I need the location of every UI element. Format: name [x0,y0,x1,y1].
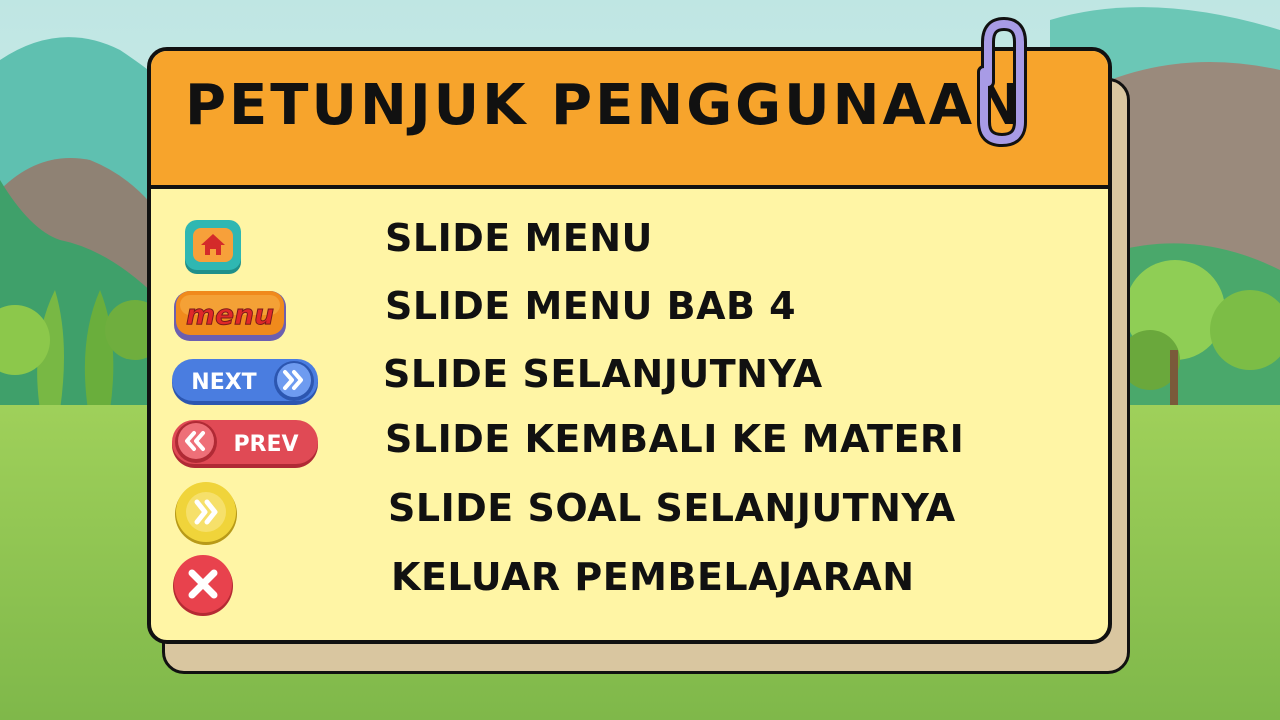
item-label-slide-menu-bab-4: SLIDE MENU BAB 4 [385,284,797,328]
exit-button[interactable] [172,554,234,616]
menu-button[interactable]: menu [172,287,288,343]
paperclip-icon [958,12,1038,152]
page-title: PETUNJUK PENGGUNAAN [185,73,1026,138]
item-label-slide-kembali-ke-materi: SLIDE KEMBALI KE MATERI [385,417,965,461]
item-label-keluar-pembelajaran: KELUAR PEMBELAJARAN [391,555,915,599]
next-button-text: NEXT [191,370,256,395]
next-button[interactable]: NEXT [170,357,320,407]
menu-badge-text: menu [186,298,274,331]
prev-button-text: PREV [233,432,298,457]
next-question-button[interactable] [173,480,239,546]
prev-button[interactable]: PREV [170,418,320,470]
item-label-slide-menu: SLIDE MENU [385,216,653,260]
item-label-slide-soal-selanjutnya: SLIDE SOAL SELANJUTNYA [388,486,956,530]
item-label-slide-selanjutnya: SLIDE SELANJUTNYA [383,352,823,396]
home-button[interactable] [183,218,243,276]
